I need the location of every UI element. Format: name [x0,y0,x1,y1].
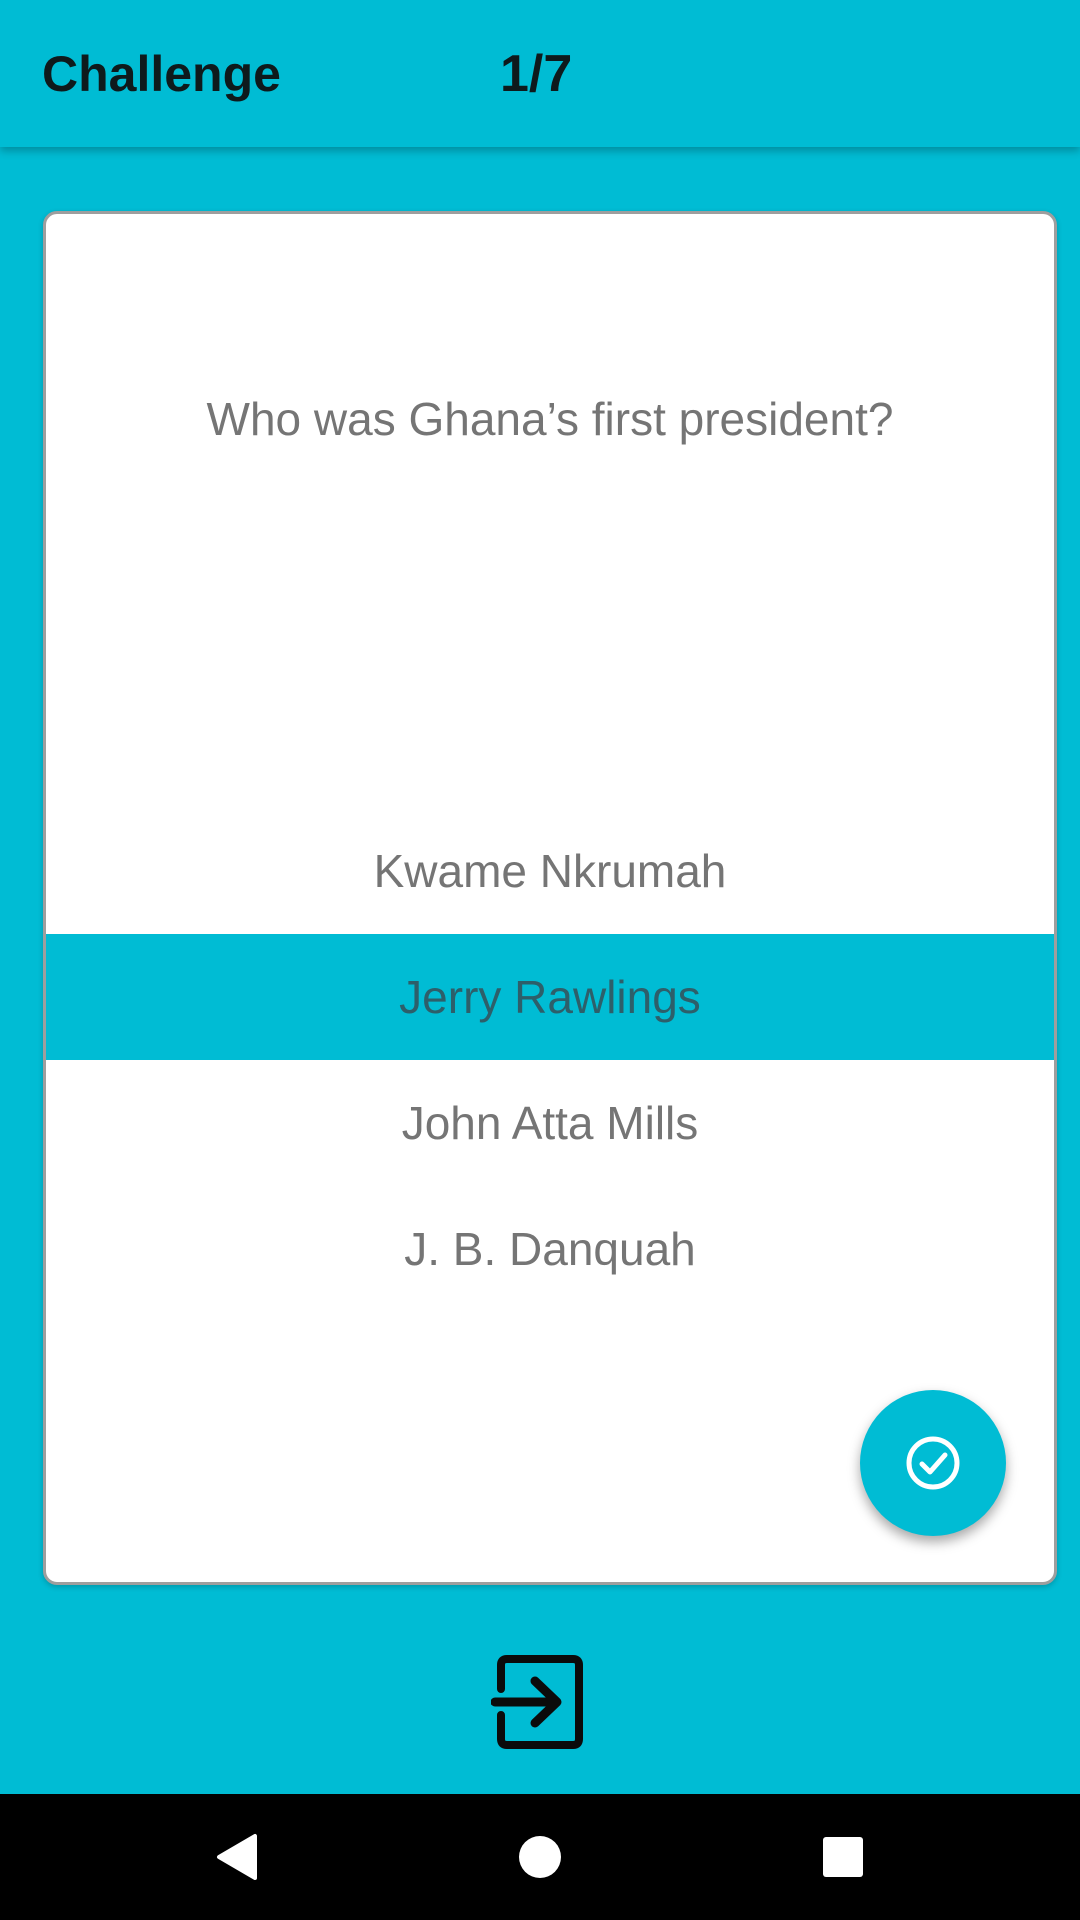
check-circle-icon [906,1436,960,1490]
recents-button[interactable] [810,1824,876,1890]
app-title: Challenge [42,46,281,102]
exit-to-app-icon [491,1655,583,1749]
app-bar: Challenge 1/7 [0,0,1080,147]
home-button[interactable] [507,1824,573,1890]
recents-square-icon [823,1837,863,1877]
home-circle-icon [519,1836,561,1878]
answer-option-selected[interactable]: Jerry Rawlings [46,934,1054,1060]
answer-options: Kwame Nkrumah Jerry Rawlings John Atta M… [46,808,1054,1312]
system-navigation-bar [0,1794,1080,1920]
back-triangle-icon [217,1834,257,1880]
answer-option[interactable]: Kwame Nkrumah [46,808,1054,934]
exit-quiz-button[interactable] [490,1652,590,1752]
question-card: Who was Ghana’s first president? Kwame N… [43,211,1057,1585]
answer-option[interactable]: John Atta Mills [46,1060,1054,1186]
submit-answer-button[interactable] [860,1390,1006,1536]
question-text: Who was Ghana’s first president? [206,393,894,445]
back-button[interactable] [204,1824,270,1890]
answer-option[interactable]: J. B. Danquah [46,1186,1054,1312]
question-progress: 1/7 [500,45,573,103]
